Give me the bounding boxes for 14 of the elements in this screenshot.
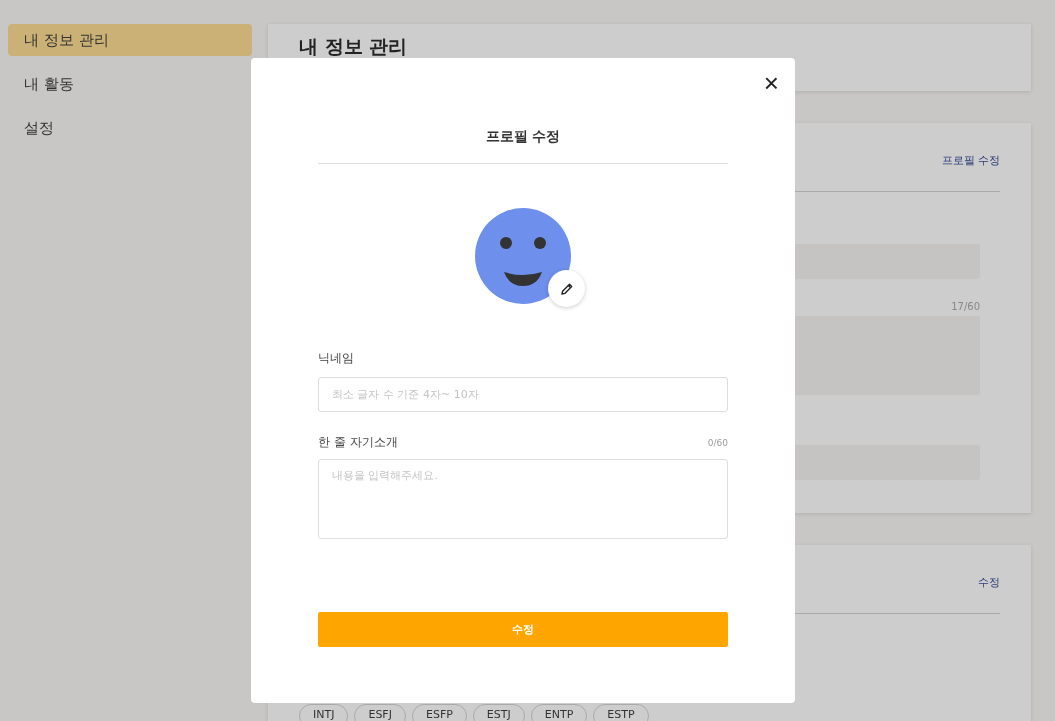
- edit-link[interactable]: 수정: [978, 575, 1000, 589]
- field-label: 닉네임: [318, 350, 355, 367]
- close-button[interactable]: ×: [763, 72, 779, 94]
- sidebar-item[interactable]: 내 활동: [8, 68, 252, 100]
- dialog-title: 프로필 수정: [318, 128, 728, 164]
- character-counter: 17/60: [950, 301, 980, 312]
- edit-photo-button[interactable]: [548, 270, 585, 307]
- page-title: 내 정보 관리: [299, 34, 409, 58]
- sidebar-item[interactable]: 내 정보 관리: [8, 24, 252, 56]
- character-counter: 0/60: [707, 438, 728, 448]
- edit-link[interactable]: 프로필 수정: [941, 153, 1000, 167]
- avatar-icon: [475, 208, 571, 304]
- field-label: 한 줄 자기소개: [318, 434, 398, 451]
- sidebar-item[interactable]: 설정: [8, 112, 252, 144]
